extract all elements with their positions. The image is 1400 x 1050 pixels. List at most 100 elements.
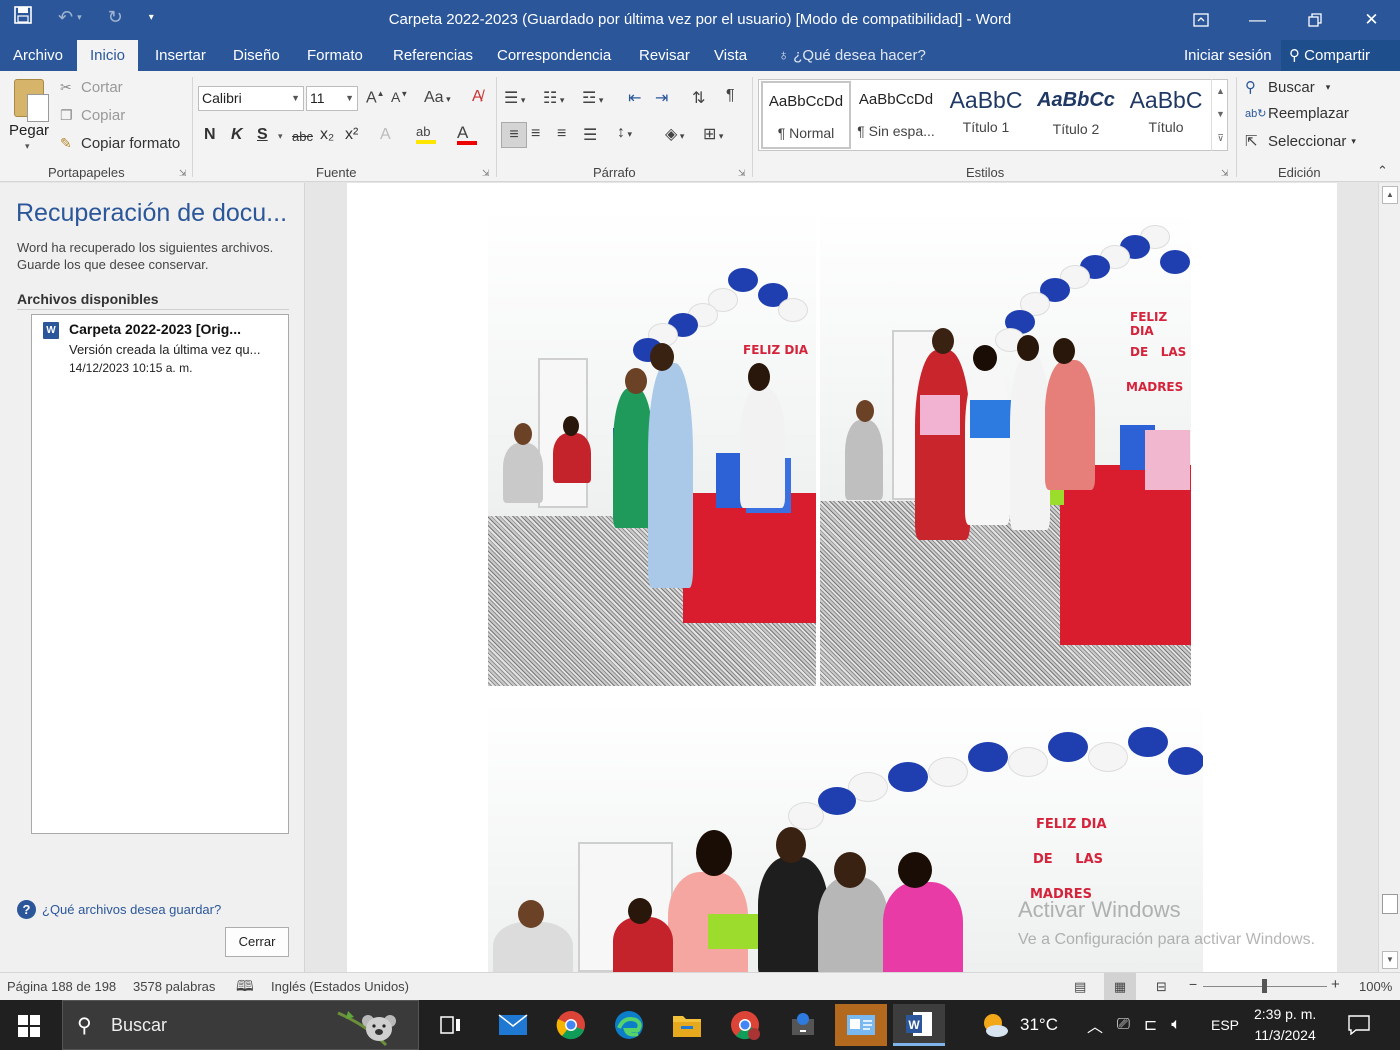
- web-layout-icon[interactable]: ⊟: [1156, 979, 1167, 995]
- strikethrough-button[interactable]: abc: [292, 129, 313, 144]
- align-right-icon[interactable]: ≡: [557, 125, 566, 143]
- weather-widget[interactable]: 31°C: [980, 1000, 1058, 1050]
- share-button[interactable]: ⚲ Compartir: [1281, 40, 1400, 71]
- document-page[interactable]: FELIZ DIA FELIZ DIA DE LAS MADRES FELIZ …: [347, 183, 1337, 972]
- style-heading-1[interactable]: AaBbC Título 1: [941, 81, 1031, 149]
- file-explorer-icon[interactable]: [661, 1004, 713, 1046]
- more-styles-icon[interactable]: ⊽: [1217, 133, 1224, 144]
- chrome-icon[interactable]: [545, 1004, 597, 1046]
- grow-font-icon[interactable]: A▲: [366, 89, 385, 107]
- text-effects-icon[interactable]: A: [380, 126, 391, 144]
- chevron-up-icon[interactable]: ︿: [1087, 1013, 1103, 1037]
- help-link[interactable]: ? ¿Qué archivos desea guardar?: [17, 900, 221, 919]
- mail-icon[interactable]: [487, 1004, 539, 1046]
- ribbon-display-options-icon[interactable]: [1172, 0, 1229, 40]
- clipboard-launcher-icon[interactable]: ⇲: [179, 168, 187, 179]
- read-mode-icon[interactable]: ▤: [1074, 979, 1086, 995]
- zoom-out-icon[interactable]: −: [1189, 976, 1197, 992]
- format-painter-button[interactable]: ✎ Copiar formato: [60, 135, 180, 152]
- tab-diseno[interactable]: Diseño: [220, 40, 293, 71]
- select-button[interactable]: ⇱ Seleccionar ▾: [1245, 132, 1356, 151]
- close-button[interactable]: Cerrar: [225, 927, 289, 957]
- bold-button[interactable]: N: [204, 126, 216, 144]
- tab-revisar[interactable]: Revisar: [626, 40, 703, 71]
- scroll-thumb[interactable]: [1382, 894, 1398, 914]
- tab-referencias[interactable]: Referencias: [380, 40, 486, 71]
- scroll-down-icon[interactable]: ▼: [1382, 951, 1398, 969]
- multilevel-list-icon[interactable]: ☲ ▾: [582, 88, 603, 108]
- numbering-icon[interactable]: ☷ ▾: [543, 88, 564, 108]
- language-indicator[interactable]: Inglés (Estados Unidos): [271, 979, 409, 994]
- zoom-slider-thumb[interactable]: [1262, 979, 1267, 993]
- chrome-profile-icon[interactable]: [719, 1004, 771, 1046]
- justify-icon[interactable]: ☰: [583, 125, 597, 145]
- shading-icon[interactable]: ◈ ▾: [665, 124, 684, 144]
- collapse-ribbon-icon[interactable]: ⌃: [1377, 163, 1388, 179]
- shrink-font-icon[interactable]: A▼: [391, 89, 408, 105]
- vertical-scrollbar[interactable]: ▲ ▼: [1378, 183, 1400, 972]
- align-left-icon[interactable]: ≡: [501, 122, 527, 148]
- paragraph-launcher-icon[interactable]: ⇲: [738, 168, 746, 179]
- underline-button[interactable]: S: [257, 126, 268, 144]
- proofing-icon[interactable]: 🕮: [236, 976, 254, 1001]
- page-count[interactable]: Página 188 de 198: [7, 979, 116, 994]
- style-normal[interactable]: AaBbCcDd ¶ Normal: [761, 81, 851, 149]
- task-view-icon[interactable]: [425, 1004, 477, 1046]
- font-size-select[interactable]: 11 ▼: [306, 86, 358, 111]
- find-button[interactable]: ⚲ Buscar ▾: [1245, 78, 1330, 97]
- paste-icon[interactable]: [14, 79, 49, 122]
- paste-button[interactable]: Pegar: [9, 122, 49, 139]
- copy-button[interactable]: ❐ Copiar: [60, 107, 125, 124]
- tab-correspondencia[interactable]: Correspondencia: [484, 40, 624, 71]
- sign-in-link[interactable]: Iniciar sesión: [1184, 40, 1272, 71]
- word-count[interactable]: 3578 palabras: [133, 979, 215, 994]
- scroll-up-icon[interactable]: ▲: [1382, 186, 1398, 204]
- style-no-spacing[interactable]: AaBbCcDd ¶ Sin espa...: [851, 81, 941, 149]
- tab-vista[interactable]: Vista: [701, 40, 760, 71]
- replace-button[interactable]: ab↻ Reemplazar: [1245, 105, 1349, 122]
- bullets-icon[interactable]: ☰ ▾: [504, 88, 525, 108]
- tab-archivo[interactable]: Archivo: [0, 40, 76, 71]
- borders-icon[interactable]: ⊞ ▾: [703, 124, 723, 144]
- tab-insertar[interactable]: Insertar: [142, 40, 219, 71]
- subscript-button[interactable]: x₂: [320, 126, 334, 144]
- restore-icon[interactable]: [1286, 0, 1343, 40]
- outlook-card-icon[interactable]: [835, 1004, 887, 1046]
- decrease-indent-icon[interactable]: ⇤: [628, 88, 641, 108]
- sort-icon[interactable]: ⇅: [692, 88, 705, 108]
- network-icon[interactable]: ⊏: [1144, 1015, 1157, 1035]
- font-launcher-icon[interactable]: ⇲: [482, 168, 490, 179]
- line-spacing-icon[interactable]: ↕ ▾: [617, 124, 632, 142]
- edge-icon[interactable]: [603, 1004, 655, 1046]
- style-title[interactable]: AaBbC Título: [1121, 81, 1211, 149]
- change-case-button[interactable]: Aa ▾: [424, 89, 451, 107]
- cut-button[interactable]: ✂ Cortar: [60, 79, 123, 96]
- paste-dropdown-icon[interactable]: ▾: [25, 141, 30, 152]
- input-language[interactable]: ESP: [1211, 1000, 1239, 1050]
- tell-me-box[interactable]: ♁ ¿Qué desea hacer?: [778, 40, 926, 71]
- align-center-icon[interactable]: ≡: [531, 125, 540, 143]
- chevron-up-icon[interactable]: ▲: [1216, 86, 1225, 96]
- app-settings-icon[interactable]: [777, 1004, 829, 1046]
- chevron-down-icon[interactable]: ▼: [1216, 109, 1225, 119]
- print-layout-icon[interactable]: ▦: [1104, 973, 1136, 1000]
- tab-inicio[interactable]: Inicio: [77, 40, 139, 71]
- photo-1[interactable]: FELIZ DIA: [488, 208, 816, 686]
- clock[interactable]: 2:39 p. m. 11/3/2024: [1254, 1004, 1316, 1046]
- clear-formatting-icon[interactable]: A̸: [472, 88, 483, 106]
- superscript-button[interactable]: x²: [345, 126, 358, 144]
- volume-icon[interactable]: 🔈︎: [1171, 1016, 1181, 1034]
- highlight-icon[interactable]: ab: [416, 123, 436, 144]
- zoom-level[interactable]: 100%: [1359, 979, 1392, 994]
- zoom-in-icon[interactable]: +: [1331, 976, 1340, 993]
- tab-formato[interactable]: Formato: [294, 40, 376, 71]
- minimize-icon[interactable]: —: [1229, 0, 1286, 40]
- increase-indent-icon[interactable]: ⇥: [655, 88, 668, 108]
- device-icon[interactable]: ⎚: [1117, 1016, 1130, 1034]
- word-taskbar-icon[interactable]: W: [893, 1004, 945, 1046]
- styles-launcher-icon[interactable]: ⇲: [1221, 168, 1229, 179]
- font-name-select[interactable]: Calibri ▼: [198, 86, 304, 111]
- notifications-icon[interactable]: [1348, 1000, 1370, 1050]
- windows-start-icon[interactable]: [18, 1015, 40, 1037]
- italic-button[interactable]: K: [231, 126, 243, 144]
